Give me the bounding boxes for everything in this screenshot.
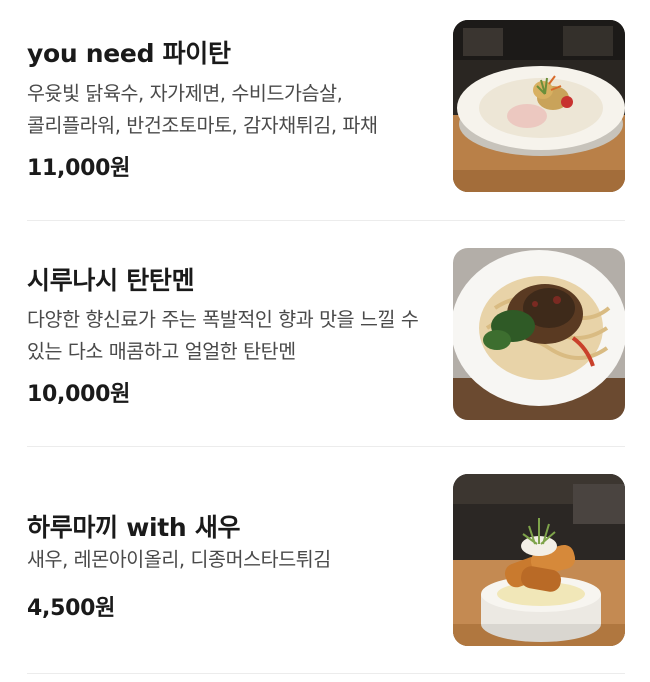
divider bbox=[27, 220, 625, 221]
menu-item-paitan[interactable]: you need 파이탄 우윳빛 닭육수, 자가제면, 수비드가슴살, 콜리플라… bbox=[27, 20, 625, 192]
menu-item-tantanmen[interactable]: 시루나시 탄탄멘 다양한 향신료가 주는 폭발적인 향과 맛을 느낄 수 있는 … bbox=[27, 248, 625, 420]
menu-item-price: 10,000원 bbox=[27, 382, 131, 407]
paitan-ramen-photo bbox=[453, 20, 625, 192]
menu-item-name: 하루마끼 with 새우 bbox=[27, 513, 241, 542]
menu-item-harumaki[interactable]: 하루마끼 with 새우 새우, 레몬아이올리, 디종머스타드튀김 4,500원 bbox=[27, 474, 625, 646]
divider bbox=[27, 673, 625, 674]
menu-item-price: 4,500원 bbox=[27, 596, 116, 621]
harumaki-shrimp-photo bbox=[453, 474, 625, 646]
menu-item-description: 다양한 향신료가 주는 폭발적인 향과 맛을 느낄 수 있는 다소 매콤하고 얼… bbox=[27, 308, 419, 363]
menu-item-name: 시루나시 탄탄멘 bbox=[27, 266, 195, 295]
menu-item-name: you need 파이탄 bbox=[27, 39, 231, 68]
menu-item-price: 11,000원 bbox=[27, 156, 131, 181]
menu-item-description: 새우, 레몬아이올리, 디종머스타드튀김 bbox=[27, 548, 331, 571]
divider bbox=[27, 446, 625, 447]
tantanmen-photo bbox=[453, 248, 625, 420]
menu-item-description: 우윳빛 닭육수, 자가제면, 수비드가슴살, 콜리플라워, 반건조토마토, 감자… bbox=[27, 82, 378, 137]
